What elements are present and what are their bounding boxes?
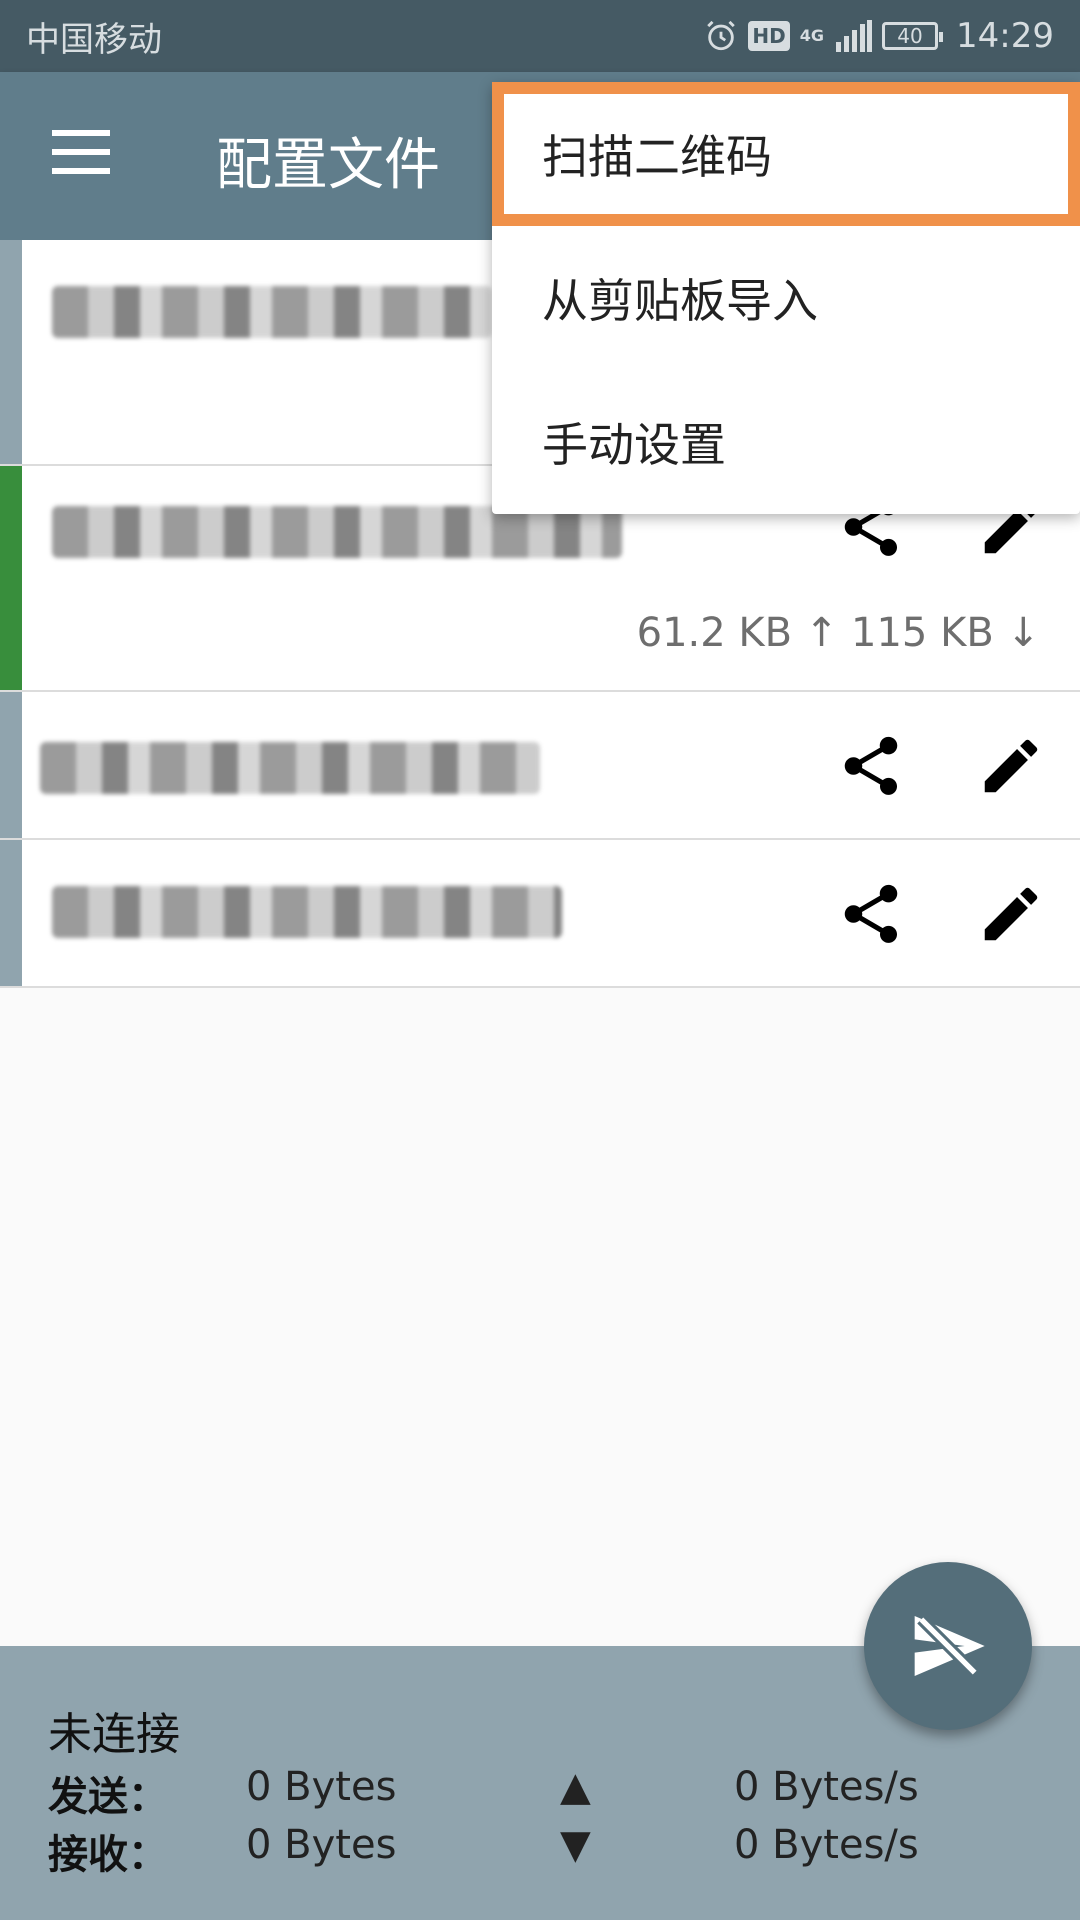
profile-row[interactable] — [0, 840, 1080, 988]
menu-item-scan-qr[interactable]: 扫描二维码 — [492, 82, 1080, 226]
signal-icon — [836, 20, 873, 52]
alarm-icon — [704, 19, 738, 53]
page-title: 配置文件 — [216, 133, 440, 198]
profile-row[interactable] — [0, 692, 1080, 840]
connection-state: 未连接 — [48, 1709, 180, 1760]
edit-icon[interactable] — [976, 731, 1046, 801]
send-rate: 0 Bytes/s — [734, 1764, 919, 1810]
carrier-name: 中国移动 — [26, 19, 162, 60]
profile-status-strip — [0, 840, 22, 986]
receive-value: 0 Bytes — [246, 1822, 397, 1868]
profile-name-redacted — [40, 742, 540, 794]
menu-item-import-clipboard[interactable]: 从剪贴板导入 — [492, 226, 1080, 370]
share-icon[interactable] — [836, 731, 906, 801]
send-label: 发送： — [48, 1774, 168, 1820]
profile-status-strip — [0, 692, 22, 838]
up-arrow-icon: ▲ — [560, 1764, 591, 1810]
status-bar: 中国移动 HD 4G 40 14:29 — [0, 0, 1080, 72]
share-icon[interactable] — [836, 879, 906, 949]
hd-badge: HD — [748, 21, 790, 51]
profile-actions — [836, 731, 1046, 801]
traffic-stats: 61.2 KB ↑ 115 KB ↓ — [636, 610, 1040, 656]
add-profile-popup-menu: 扫描二维码 从剪贴板导入 手动设置 — [492, 82, 1080, 514]
edit-icon[interactable] — [976, 879, 1046, 949]
network-type: 4G — [799, 26, 825, 45]
hamburger-menu-icon[interactable] — [52, 130, 112, 174]
send-value: 0 Bytes — [246, 1764, 397, 1810]
profile-status-strip — [0, 240, 22, 464]
down-arrow-icon: ▼ — [560, 1822, 591, 1868]
receive-label: 接收： — [48, 1832, 168, 1878]
profile-status-strip-active — [0, 466, 22, 690]
profile-name-redacted — [52, 886, 562, 938]
profile-actions — [836, 879, 1046, 949]
receive-rate: 0 Bytes/s — [734, 1822, 919, 1868]
status-icons: HD 4G 40 14:29 — [704, 16, 1054, 56]
profile-name-redacted — [52, 286, 492, 338]
connect-fab-button[interactable] — [864, 1562, 1032, 1730]
battery-icon: 40 — [882, 22, 944, 50]
menu-item-manual-setup[interactable]: 手动设置 — [492, 370, 1080, 514]
paper-plane-off-icon — [914, 1615, 985, 1677]
clock: 14:29 — [956, 16, 1054, 56]
